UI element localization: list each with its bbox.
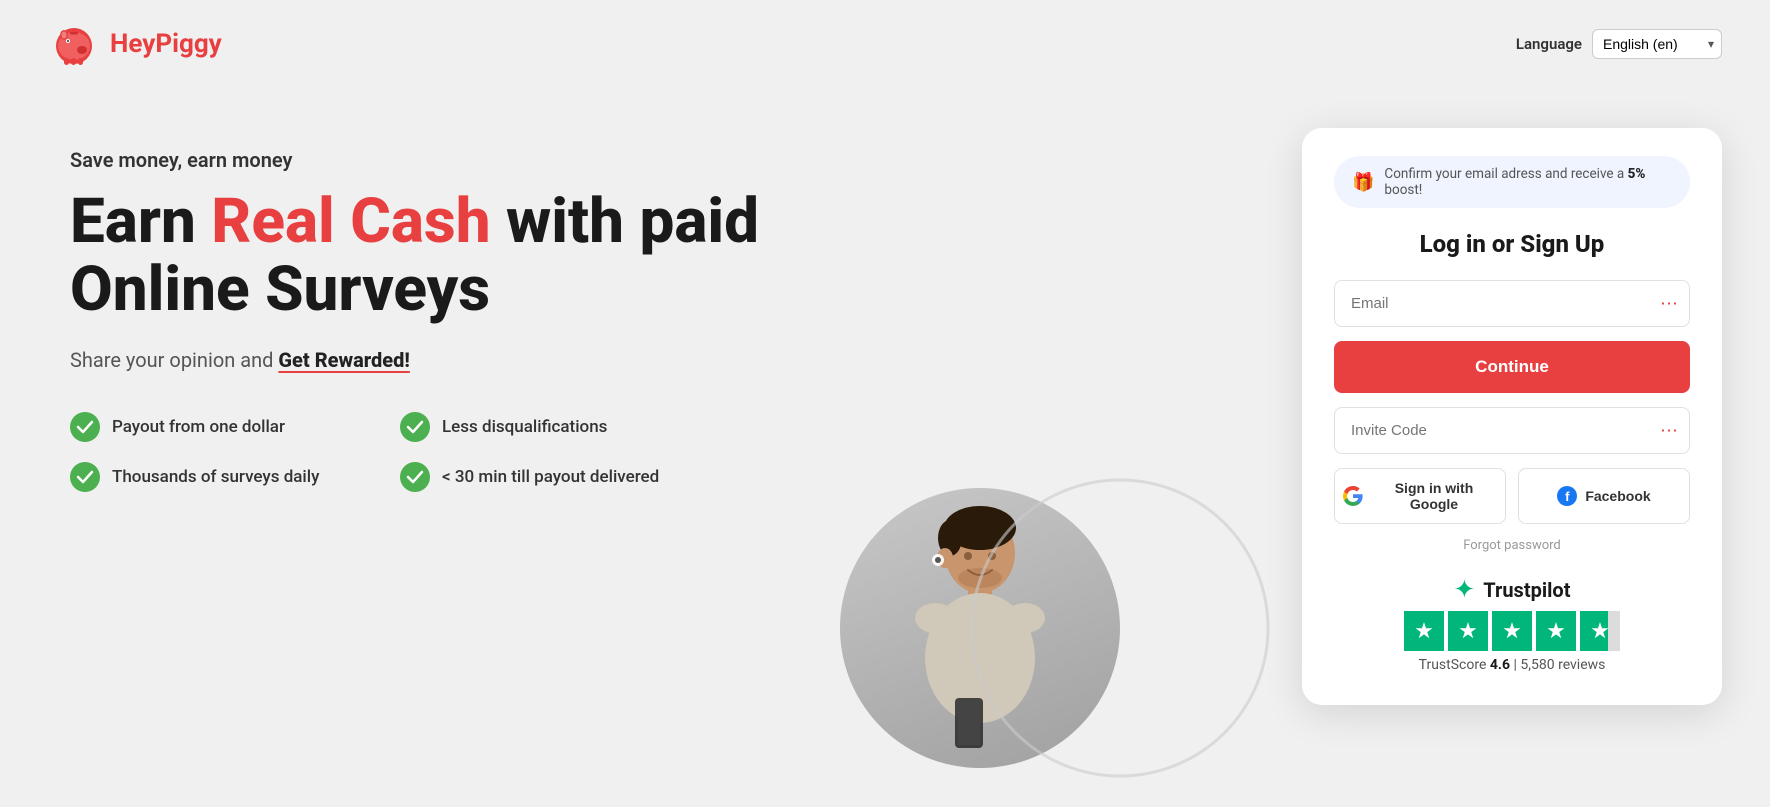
language-select[interactable]: English (en) Español Français Deutsch Po…: [1592, 29, 1722, 59]
trustpilot-logo-icon: ✦: [1454, 575, 1476, 605]
tagline-cta: Get Rewarded!: [278, 348, 409, 372]
card-title: Log in or Sign Up: [1334, 230, 1690, 258]
language-label: Language: [1516, 35, 1582, 53]
boost-banner: 🎁 Confirm your email adress and receive …: [1334, 156, 1690, 208]
left-content: Save money, earn money Earn Real Cash wi…: [70, 128, 790, 492]
facebook-icon: f: [1557, 486, 1577, 506]
hero-person-image: [970, 328, 1270, 768]
trust-score-value: 4.6: [1490, 657, 1510, 673]
facebook-signin-button[interactable]: f Facebook: [1518, 468, 1690, 524]
email-input-wrapper: ⋯: [1334, 280, 1690, 327]
header: HeyPiggy Language English (en) Español F…: [0, 0, 1770, 88]
feature-text: < 30 min till payout delivered: [442, 467, 659, 487]
headline-part1: Earn: [70, 185, 211, 258]
trust-score-label: TrustScore: [1419, 657, 1487, 673]
trustpilot-name: Trustpilot: [1483, 578, 1570, 602]
invite-dots-icon: ⋯: [1660, 420, 1678, 441]
feature-item: < 30 min till payout delivered: [400, 462, 670, 492]
feature-text: Less disqualifications: [442, 417, 607, 437]
logo-area: HeyPiggy: [48, 18, 222, 70]
feature-item: Thousands of surveys daily: [70, 462, 340, 492]
tagline: Share your opinion and Get Rewarded!: [70, 348, 790, 372]
trustpilot-score: TrustScore 4.6 | 5,580 reviews: [1419, 657, 1606, 673]
invite-code-input-wrapper: ⋯: [1334, 407, 1690, 454]
language-select-wrapper: English (en) Español Français Deutsch Po…: [1592, 29, 1722, 59]
logo-icon: [48, 18, 100, 70]
check-circle-icon: [400, 412, 430, 442]
check-circle-icon: [70, 462, 100, 492]
features-grid: Payout from one dollar Less disqualifica…: [70, 412, 670, 492]
main-content: Save money, earn money Earn Real Cash wi…: [0, 88, 1770, 768]
social-buttons-row: Sign in with Google f Facebook: [1334, 468, 1690, 524]
boost-message: Confirm your email adress and receive a …: [1384, 166, 1672, 198]
google-signin-label: Sign in with Google: [1371, 480, 1497, 512]
logo-text: HeyPiggy: [110, 29, 222, 59]
email-dots-icon: ⋯: [1660, 293, 1678, 314]
login-signup-card: 🎁 Confirm your email adress and receive …: [1302, 128, 1722, 705]
circle-decoration: [965, 473, 1275, 783]
check-circle-icon: [400, 462, 430, 492]
headline: Earn Real Cash with paid Online Surveys: [70, 188, 790, 324]
trustpilot-stars: ★ ★ ★ ★ ★: [1404, 611, 1620, 651]
invite-code-input[interactable]: [1334, 407, 1690, 454]
star-5: ★: [1580, 611, 1620, 651]
google-g-icon: [1343, 486, 1363, 506]
trust-reviews-label: 5,580 reviews: [1520, 657, 1605, 673]
facebook-signin-label: Facebook: [1585, 488, 1650, 504]
star-4: ★: [1536, 611, 1576, 651]
feature-item: Less disqualifications: [400, 412, 670, 442]
check-circle-icon: [70, 412, 100, 442]
feature-text: Thousands of surveys daily: [112, 467, 319, 487]
feature-text: Payout from one dollar: [112, 417, 285, 437]
google-signin-button[interactable]: Sign in with Google: [1334, 468, 1506, 524]
headline-highlight: Real Cash: [211, 185, 490, 258]
trustpilot-header: ✦ Trustpilot: [1454, 575, 1571, 605]
continue-button[interactable]: Continue: [1334, 341, 1690, 393]
star-1: ★: [1404, 611, 1444, 651]
language-selector-area: Language English (en) Español Français D…: [1516, 29, 1722, 59]
forgot-password-link[interactable]: Forgot password: [1334, 538, 1690, 553]
subtitle: Save money, earn money: [70, 148, 790, 172]
star-3: ★: [1492, 611, 1532, 651]
feature-item: Payout from one dollar: [70, 412, 340, 442]
email-input[interactable]: [1334, 280, 1690, 327]
tagline-prefix: Share your opinion and: [70, 348, 278, 372]
gift-icon: 🎁: [1352, 172, 1374, 193]
star-2: ★: [1448, 611, 1488, 651]
trustpilot-section: ✦ Trustpilot ★ ★ ★ ★ ★ TrustScore 4.6 | …: [1334, 575, 1690, 673]
